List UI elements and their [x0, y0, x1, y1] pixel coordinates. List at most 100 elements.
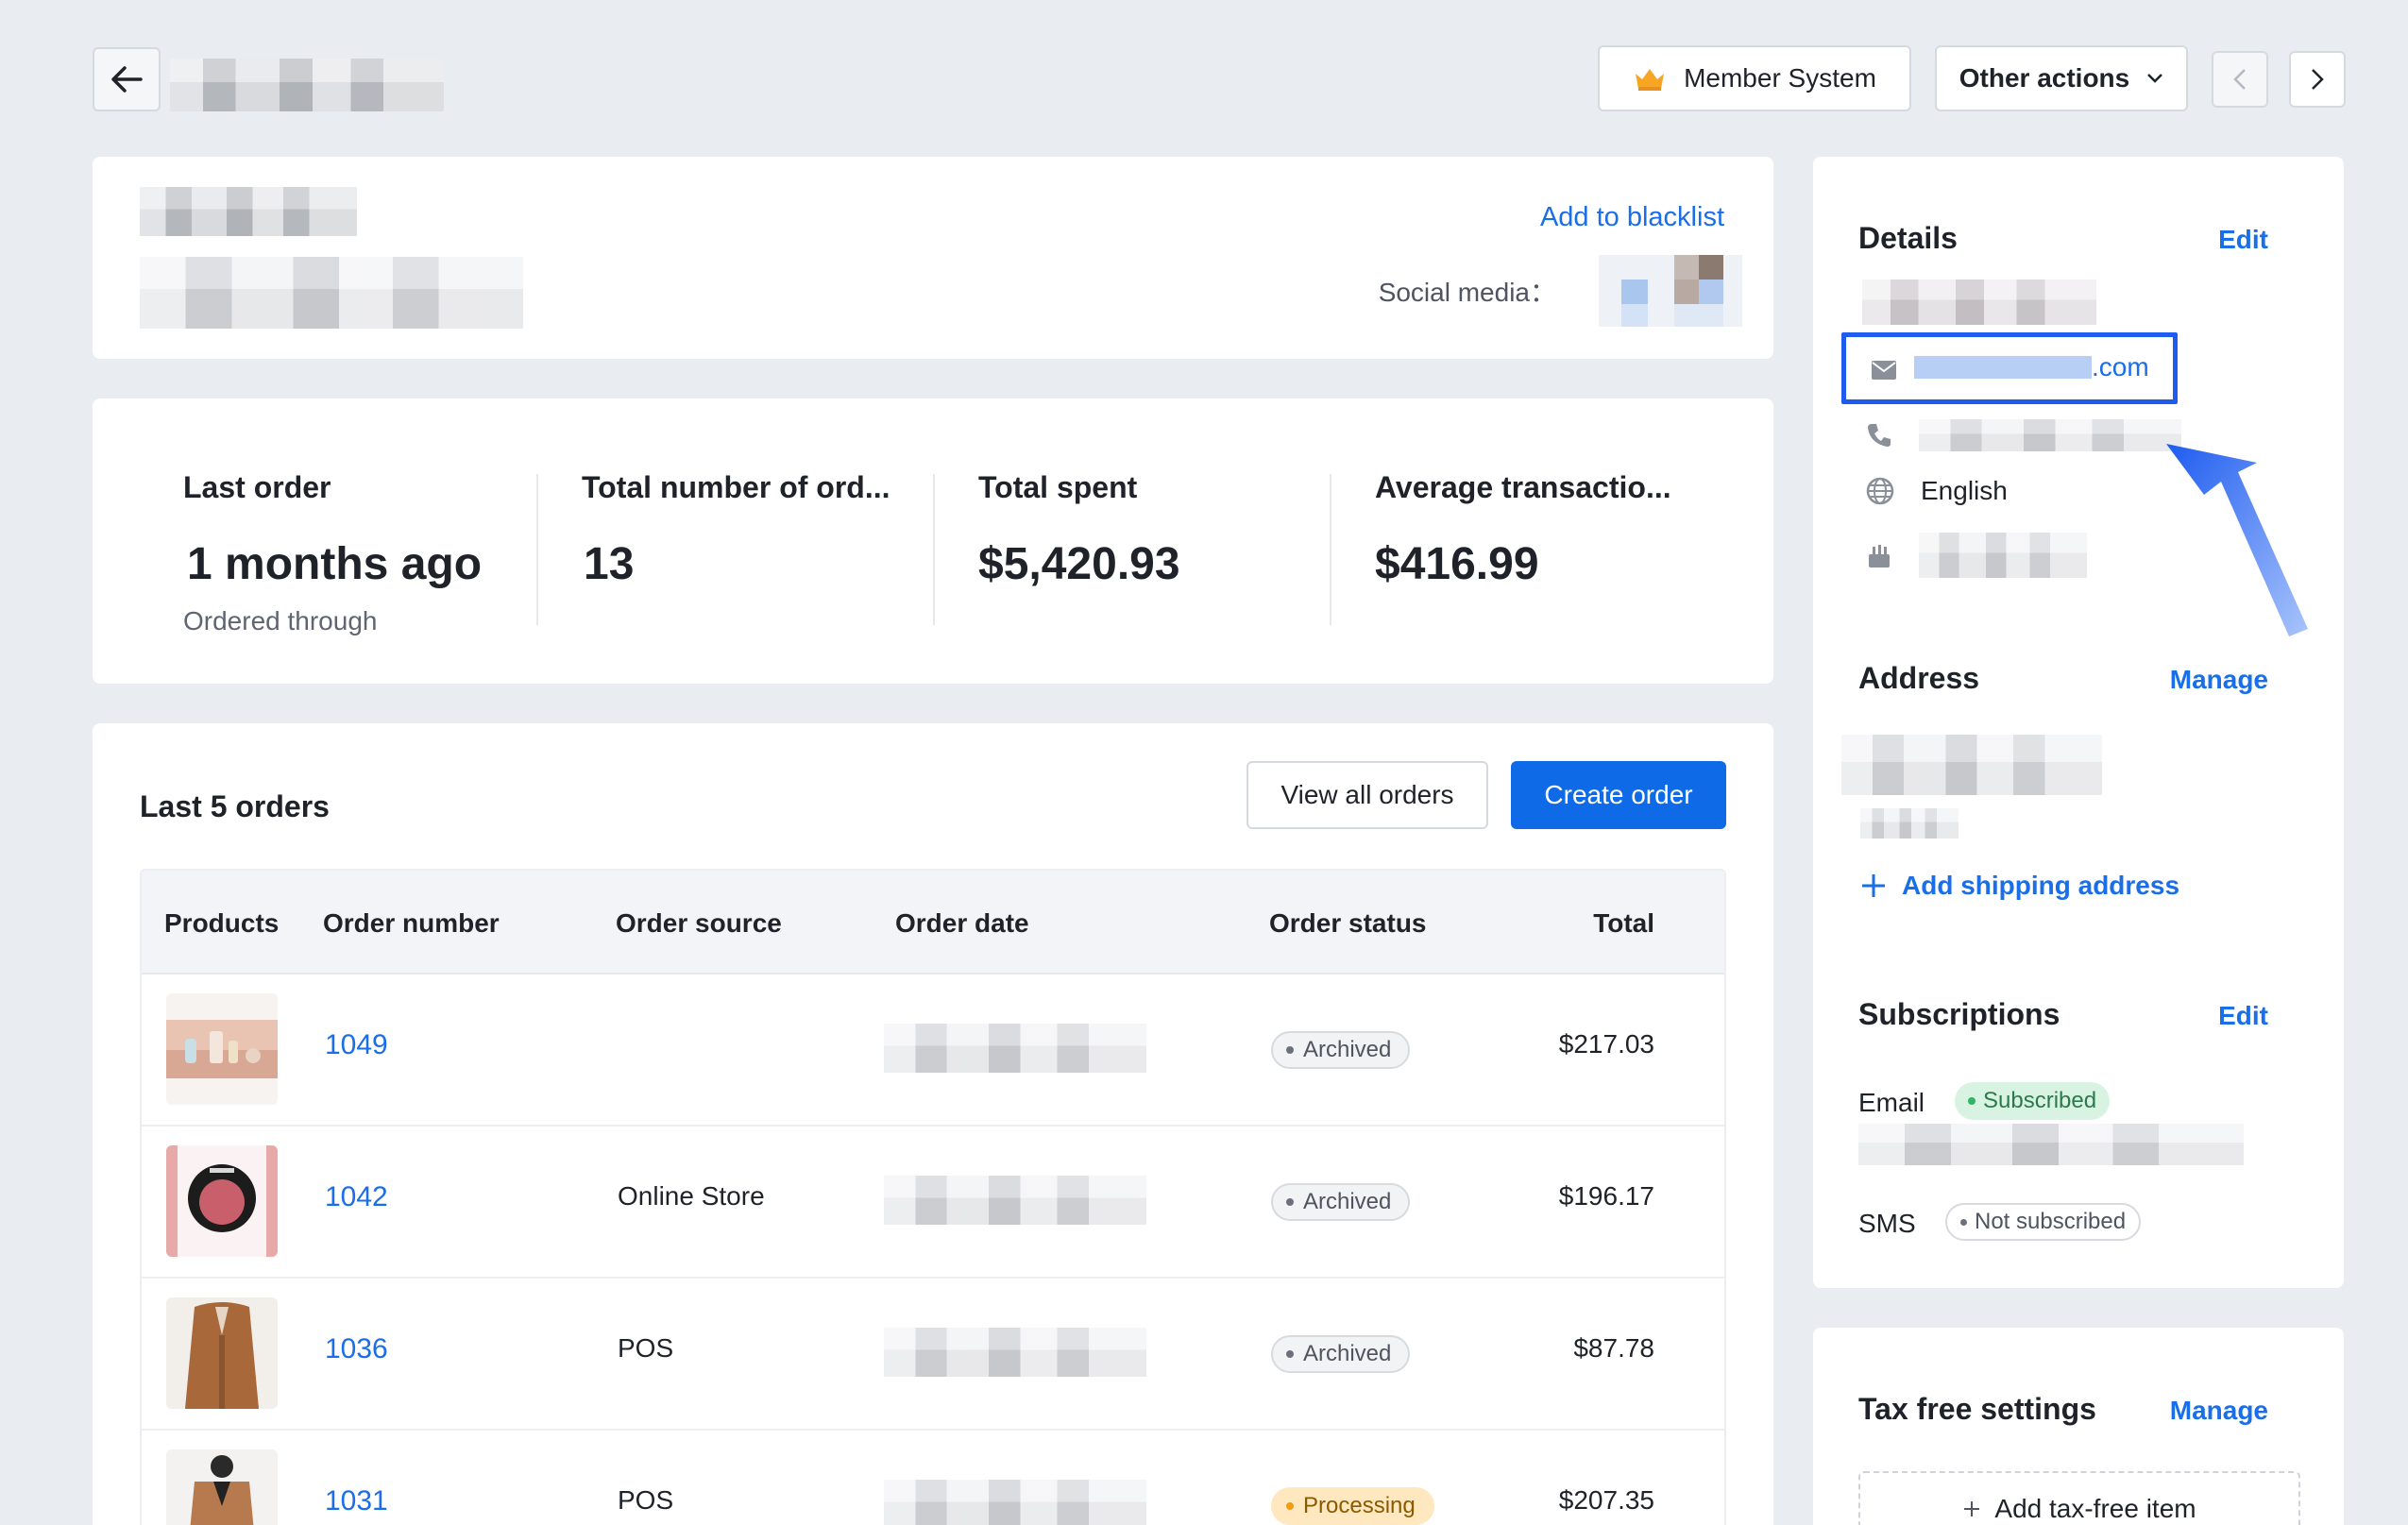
address-manage-link[interactable]: Manage — [2170, 665, 2268, 695]
phone-row — [1866, 419, 2181, 451]
add-tax-free-item-button[interactable]: Add tax-free item — [1858, 1471, 2300, 1525]
order-total: $207.35 — [1558, 1485, 1654, 1515]
other-actions-button[interactable]: Other actions — [1935, 45, 2188, 111]
status-dot-icon — [1286, 1350, 1294, 1358]
orders-title: Last 5 orders — [140, 789, 330, 823]
tax-free-card: Tax free settings Manage Add tax-free it… — [1813, 1328, 2344, 1525]
member-system-button[interactable]: Member System — [1598, 45, 1911, 111]
sms-subscription-label: SMS — [1858, 1209, 1916, 1238]
email-subscription-detail-redacted — [1858, 1124, 2244, 1165]
column-header-order-number: Order number — [323, 908, 500, 938]
column-header-products: Products — [164, 908, 280, 938]
status-dot-icon — [1968, 1097, 1976, 1105]
order-date-redacted — [884, 1024, 1146, 1073]
customer-detail-page: Member System Other actions Add to black… — [0, 0, 2408, 1525]
social-media-icons[interactable] — [1599, 255, 1742, 327]
column-header-total: Total — [1593, 908, 1654, 938]
cake-icon — [1869, 545, 1890, 568]
order-number-link[interactable]: 1042 — [325, 1181, 388, 1213]
stat-divider — [536, 474, 538, 625]
profile-name-redacted — [140, 187, 357, 236]
column-header-order-source: Order source — [616, 908, 782, 938]
order-total: $196.17 — [1558, 1181, 1654, 1211]
create-order-button[interactable]: Create order — [1511, 761, 1726, 829]
product-thumbnail — [166, 1297, 278, 1409]
table-row[interactable]: 1049 Archived $217.03 — [142, 974, 1724, 1127]
view-all-orders-button[interactable]: View all orders — [1246, 761, 1488, 829]
phone-redacted — [1919, 419, 2181, 451]
order-number-link[interactable]: 1031 — [325, 1485, 388, 1517]
status-text: Processing — [1303, 1493, 1416, 1518]
status-text: Archived — [1303, 1037, 1392, 1062]
table-row[interactable]: 1036 POS Archived $87.78 — [142, 1279, 1724, 1431]
status-text: Archived — [1303, 1341, 1392, 1366]
chevron-right-icon — [2312, 69, 2324, 90]
order-date-redacted — [884, 1480, 1146, 1525]
order-number-link[interactable]: 1036 — [325, 1333, 388, 1365]
stat-total-spent: Total spent $5,420.93 — [978, 398, 1337, 684]
profile-card: Add to blacklist Social media： — [93, 157, 1773, 359]
previous-customer-button[interactable] — [2212, 51, 2268, 108]
customer-name-redacted — [1862, 280, 2096, 325]
back-button[interactable] — [93, 47, 161, 111]
plus-icon — [1862, 874, 1885, 897]
details-edit-link[interactable]: Edit — [2218, 225, 2268, 255]
chevron-left-icon — [2233, 69, 2246, 90]
stat-label: Average transactio... — [1375, 470, 1671, 504]
member-system-label: Member System — [1684, 63, 1876, 93]
status-dot-icon — [1286, 1046, 1294, 1054]
product-thumbnail — [166, 1449, 278, 1525]
details-title: Details — [1858, 221, 1958, 255]
stat-last-order: Last order 1 months ago Ordered through — [183, 398, 542, 684]
birthday-redacted — [1919, 533, 2087, 578]
status-dot-icon — [1286, 1502, 1294, 1510]
email-value[interactable]: .com — [2092, 352, 2149, 382]
stat-total-orders: Total number of ord... 13 — [582, 398, 941, 684]
add-tax-free-item-label: Add tax-free item — [1994, 1494, 2196, 1523]
status-dot-icon — [1960, 1218, 1967, 1226]
phone-icon — [1868, 424, 1891, 447]
language-value: English — [1921, 476, 2008, 505]
order-source: Online Store — [618, 1181, 765, 1211]
other-actions-label: Other actions — [1959, 63, 2130, 93]
status-text: Archived — [1303, 1189, 1392, 1214]
tax-free-title: Tax free settings — [1858, 1392, 2096, 1426]
order-date-redacted — [884, 1328, 1146, 1377]
add-to-blacklist-link[interactable]: Add to blacklist — [1540, 202, 1724, 233]
tax-free-manage-link[interactable]: Manage — [2170, 1396, 2268, 1426]
back-arrow-icon — [111, 66, 143, 93]
annotation-arrow-icon — [2166, 444, 2308, 636]
subscriptions-edit-link[interactable]: Edit — [2218, 1001, 2268, 1031]
stat-divider — [933, 474, 935, 625]
email-subscribed-badge: Subscribed — [1955, 1082, 2111, 1120]
column-header-order-status: Order status — [1269, 908, 1427, 938]
mail-icon — [1872, 361, 1896, 380]
email-subscription-status: Subscribed — [1983, 1088, 2097, 1113]
orders-table: Products Order number Order source Order… — [140, 869, 1726, 1525]
table-row[interactable]: 1042 Online Store Archived $196.17 — [142, 1127, 1724, 1279]
orders-card: Last 5 orders View all orders Create ord… — [93, 723, 1773, 1525]
stat-value: 13 — [584, 539, 635, 589]
status-badge: Archived — [1271, 1031, 1411, 1069]
language-row: English — [1866, 476, 2008, 506]
stat-divider — [1330, 474, 1331, 625]
stat-label: Total spent — [978, 470, 1138, 504]
email-row[interactable]: .com — [1841, 332, 2178, 404]
column-header-order-date: Order date — [895, 908, 1029, 938]
add-shipping-address-button[interactable]: Add shipping address — [1860, 871, 2179, 901]
stat-sub: Ordered through — [183, 606, 378, 635]
address-line-redacted — [1860, 808, 1959, 839]
sms-subscription-badge: Not subscribed — [1945, 1203, 2142, 1241]
stat-label[interactable]: Last order — [183, 470, 331, 505]
table-header: Products Order number Order source Order… — [142, 871, 1724, 974]
status-badge: Processing — [1271, 1487, 1434, 1525]
stat-label: Total number of ord... — [582, 470, 890, 504]
add-shipping-address-label: Add shipping address — [1902, 871, 2180, 900]
birthday-row — [1866, 533, 2087, 578]
order-number-link[interactable]: 1049 — [325, 1029, 388, 1061]
globe-icon — [1866, 477, 1894, 505]
order-total: $87.78 — [1573, 1333, 1654, 1363]
table-row[interactable]: 1031 POS Processing $207.35 — [142, 1431, 1724, 1525]
next-customer-button[interactable] — [2289, 51, 2346, 108]
status-badge: Archived — [1271, 1335, 1411, 1373]
